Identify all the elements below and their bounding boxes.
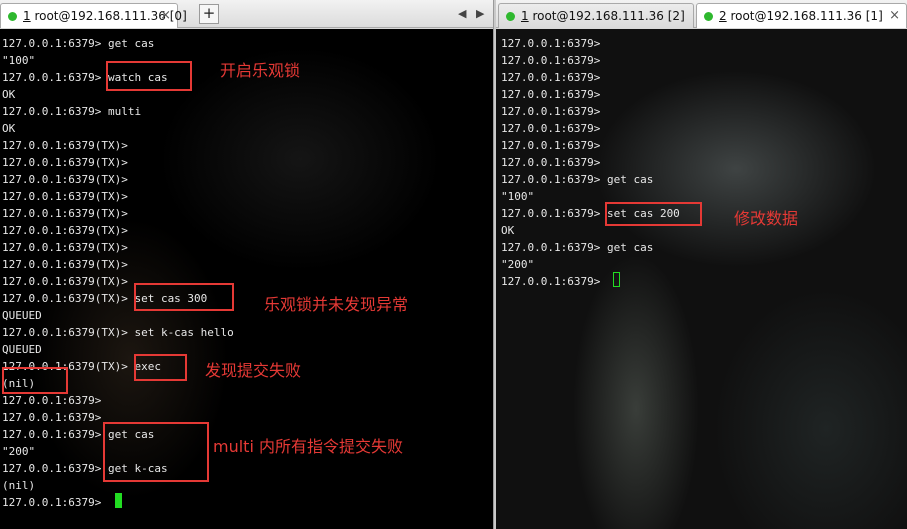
connected-status-icon bbox=[506, 12, 515, 21]
scroll-tabs-left-icon[interactable]: ◀ bbox=[458, 7, 466, 20]
terminal-line: 127.0.0.1:6379(TX)> bbox=[2, 258, 128, 271]
terminal-cursor bbox=[613, 272, 620, 287]
get-commands-highlight bbox=[103, 422, 209, 482]
terminal-line: 127.0.0.1:6379> bbox=[501, 139, 601, 152]
left-tab-bar: 1 root@192.168.111.36 [0] × + ◀ ▶ bbox=[0, 0, 493, 28]
terminal-line: 127.0.0.1:6379> bbox=[501, 71, 601, 84]
terminal-line: 127.0.0.1:6379> bbox=[501, 275, 607, 288]
close-tab-icon[interactable]: × bbox=[160, 4, 171, 28]
annotation-multi-all-failed: multi 内所有指令提交失败 bbox=[213, 437, 403, 456]
close-tab-icon[interactable]: × bbox=[889, 4, 900, 28]
set-cas-200-highlight bbox=[605, 202, 702, 226]
right-tab-bar: 1 root@192.168.111.36 [2] 2 root@192.168… bbox=[496, 0, 907, 28]
annotation-modify-data: 修改数据 bbox=[734, 209, 799, 228]
terminal-line: 127.0.0.1:6379(TX)> bbox=[2, 173, 128, 186]
connected-status-icon bbox=[8, 12, 17, 21]
terminal-line: 127.0.0.1:6379> get cas bbox=[501, 241, 654, 254]
terminal-line: 127.0.0.1:6379> bbox=[501, 105, 601, 118]
tab-number: 2 bbox=[719, 9, 727, 23]
right-terminal[interactable]: 127.0.0.1:6379> 127.0.0.1:6379> 127.0.0.1:… bbox=[496, 29, 907, 529]
terminal-line: 127.0.0.1:6379> bbox=[501, 54, 601, 67]
exec-command-highlight bbox=[134, 354, 187, 381]
terminal-line: 127.0.0.1:6379(TX)> bbox=[2, 207, 128, 220]
terminal-cursor bbox=[115, 493, 122, 508]
annotation-enable-optimistic-lock: 开启乐观锁 bbox=[220, 61, 301, 80]
watch-command-highlight bbox=[106, 61, 192, 91]
terminal-line: 127.0.0.1:6379> get cas bbox=[2, 37, 155, 50]
tab-session-2[interactable]: 1 root@192.168.111.36 [2] bbox=[498, 3, 694, 28]
annotation-exec-failed: 发现提交失败 bbox=[205, 361, 302, 380]
terminal-line: 127.0.0.1:6379> multi bbox=[2, 105, 142, 118]
left-terminal[interactable]: 127.0.0.1:6379> get cas "100" 127.0.0.1:63… bbox=[0, 29, 493, 529]
terminal-line: 127.0.0.1:6379(TX)> bbox=[2, 156, 128, 169]
tab-session-0[interactable]: 1 root@192.168.111.36 [0] × bbox=[0, 3, 187, 28]
connected-status-icon bbox=[704, 12, 713, 21]
terminal-line: 127.0.0.1:6379> get cas bbox=[501, 173, 654, 186]
tab-number: 1 bbox=[23, 9, 31, 23]
tab-session-1[interactable]: 2 root@192.168.111.36 [1] × bbox=[696, 3, 907, 28]
terminal-line: 127.0.0.1:6379(TX)> set k-cas hello bbox=[2, 326, 234, 339]
terminal-line: "200" bbox=[501, 258, 535, 271]
terminal-line: 127.0.0.1:6379(TX)> bbox=[2, 241, 128, 254]
terminal-line: 127.0.0.1:6379> bbox=[501, 88, 601, 101]
scroll-tabs-right-icon[interactable]: ▶ bbox=[476, 7, 484, 20]
tab-title: root@192.168.111.36 [1] bbox=[726, 9, 883, 23]
terminal-line: 127.0.0.1:6379(TX)> bbox=[2, 224, 128, 237]
terminal-line: 127.0.0.1:6379(TX)> bbox=[2, 139, 128, 152]
tab-number: 1 bbox=[521, 9, 529, 23]
terminal-line: 127.0.0.1:6379> bbox=[501, 37, 601, 50]
nil-result-highlight bbox=[2, 367, 68, 394]
right-session-pane: 1 root@192.168.111.36 [2] 2 root@192.168… bbox=[496, 0, 907, 529]
new-tab-button[interactable]: + bbox=[199, 4, 219, 24]
terminal-line: 127.0.0.1:6379> bbox=[2, 394, 102, 407]
left-session-pane: 1 root@192.168.111.36 [0] × + ◀ ▶ 127.0.… bbox=[0, 0, 493, 529]
terminal-output: 127.0.0.1:6379> 127.0.0.1:6379> 127.0.0.1:… bbox=[501, 35, 680, 290]
terminal-line: 127.0.0.1:6379(TX)> bbox=[2, 190, 128, 203]
terminal-line: 127.0.0.1:6379> bbox=[501, 156, 601, 169]
tab-title: root@192.168.111.36 [2] bbox=[528, 9, 685, 23]
annotation-lock-not-triggered: 乐观锁并未发现异常 bbox=[264, 295, 409, 314]
terminal-line: OK bbox=[2, 122, 16, 135]
terminal-line: 127.0.0.1:6379> bbox=[501, 122, 601, 135]
terminal-line: QUEUED bbox=[2, 343, 42, 356]
set-cas-300-highlight bbox=[134, 283, 234, 311]
